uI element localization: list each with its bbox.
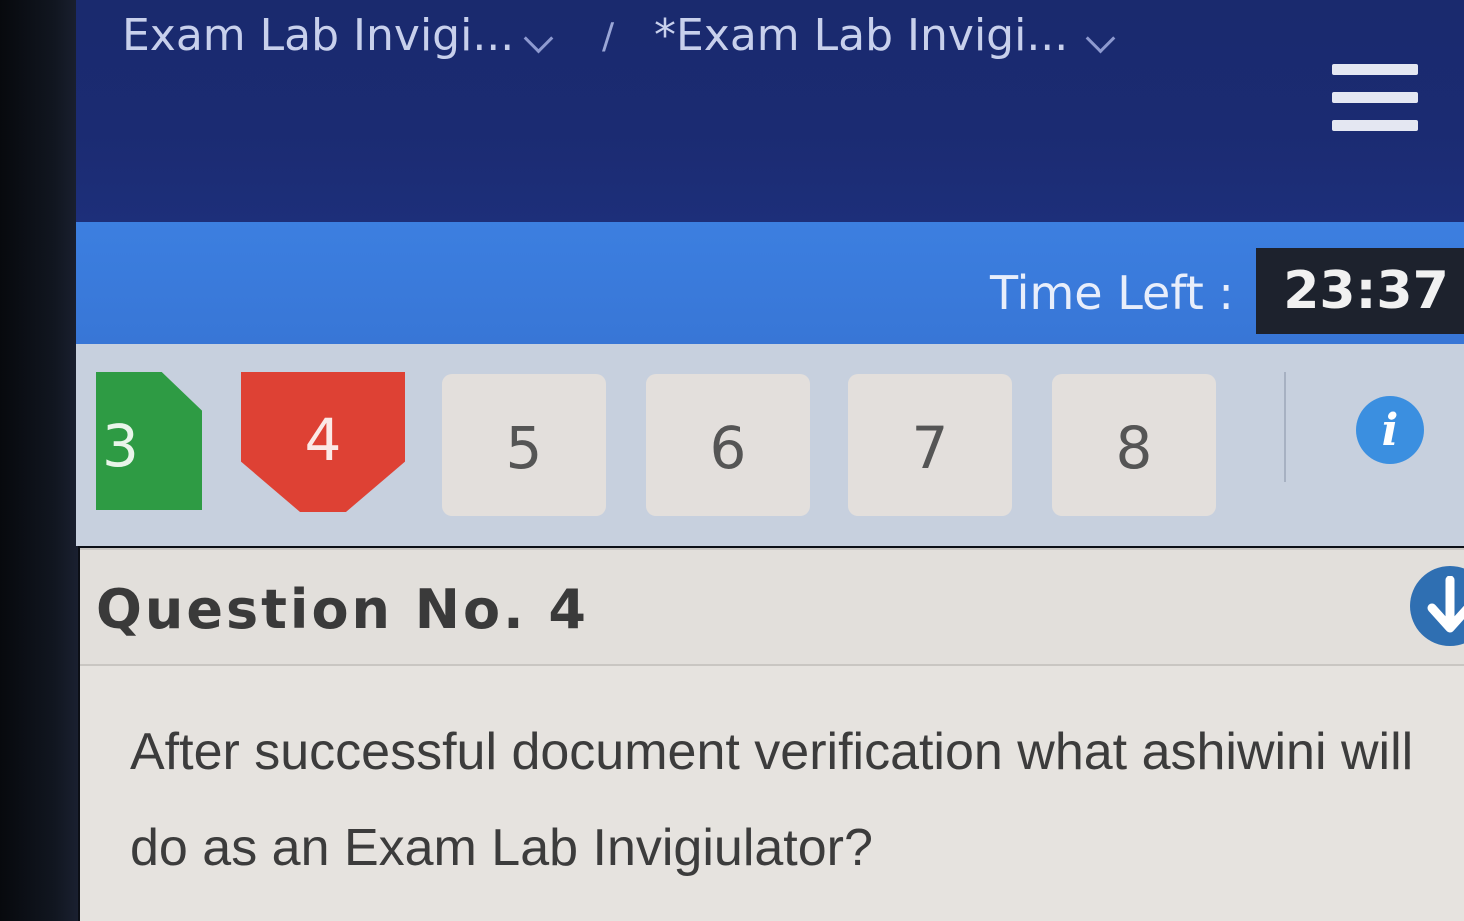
question-button-answered[interactable]: 3 <box>96 372 202 510</box>
time-left-label: Time Left : <box>990 266 1234 320</box>
navigator-divider <box>1284 372 1286 482</box>
timer-bar: Time Left : 23:37 <box>76 222 1464 344</box>
question-button-current[interactable]: 4 <box>241 372 405 512</box>
app-header: Exam Lab Invigi... / *Exam Lab Invigi... <box>76 0 1464 222</box>
breadcrumb-separator: / <box>602 16 615 57</box>
device-bezel <box>0 0 78 921</box>
question-button[interactable]: 8 <box>1052 374 1216 516</box>
chevron-down-icon[interactable] <box>523 23 554 54</box>
question-title: Question No. 4 <box>96 578 589 641</box>
breadcrumb-section[interactable]: Exam Lab Invigi... <box>122 10 514 61</box>
question-button[interactable]: 7 <box>848 374 1012 516</box>
breadcrumb-subsection[interactable]: *Exam Lab Invigi... <box>654 10 1068 61</box>
hamburger-menu-icon[interactable] <box>1332 64 1418 132</box>
chevron-down-icon[interactable] <box>1085 23 1116 54</box>
question-header: Question No. 4 <box>80 548 1464 666</box>
question-text: After successful document verification w… <box>130 723 1414 877</box>
exam-screen: Exam Lab Invigi... / *Exam Lab Invigi...… <box>76 0 1464 921</box>
question-button[interactable]: 6 <box>646 374 810 516</box>
question-panel: Question No. 4 After successful document… <box>80 548 1464 921</box>
question-navigator: 3 4 5 6 7 8 i <box>76 344 1464 546</box>
arrow-down-icon[interactable] <box>1410 566 1464 646</box>
question-button[interactable]: 5 <box>442 374 606 516</box>
info-icon[interactable]: i <box>1356 396 1424 464</box>
time-left-value: 23:37 <box>1256 248 1464 334</box>
